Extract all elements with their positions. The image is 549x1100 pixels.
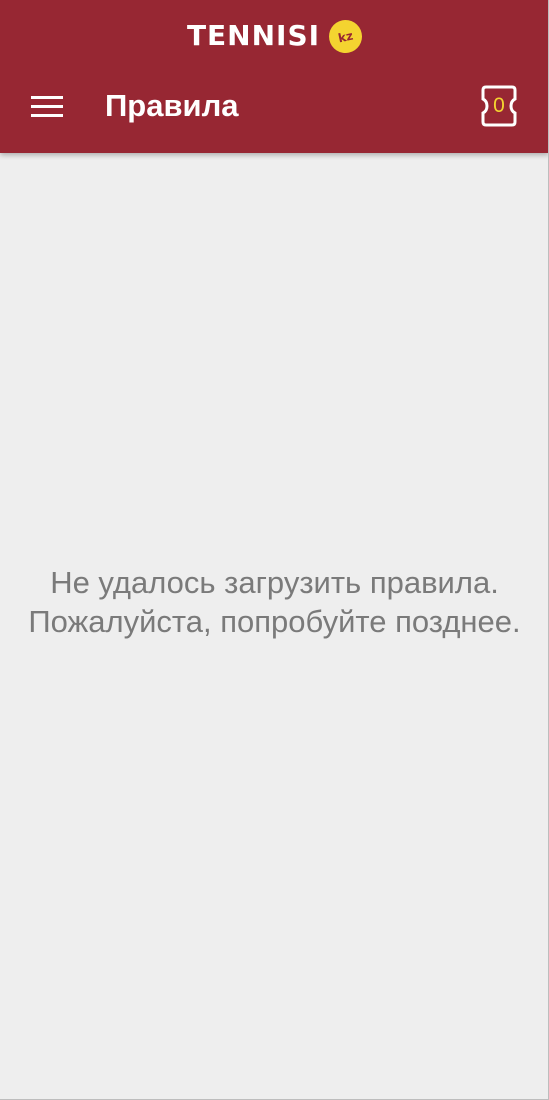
rules-content: Не удалось загрузить правила. Пожалуйста… [0,153,549,1100]
bet-slip-button[interactable]: 0 [471,80,527,132]
brand-logo: TENNISI kz [0,16,549,56]
app-screen: TENNISI kz Правила 0 Не удалось загрузит… [0,0,549,1100]
menu-button[interactable] [22,84,72,128]
hamburger-menu-icon [31,96,63,117]
app-header: TENNISI kz Правила 0 [0,0,549,153]
load-error-message: Не удалось загрузить правила. Пожалуйста… [28,565,521,639]
bet-slip-count: 0 [493,94,505,117]
country-badge: kz [325,16,366,56]
page-title: Правила [105,88,239,123]
top-toolbar: Правила 0 [0,68,549,144]
brand-logo-text: TENNISI [186,19,321,52]
